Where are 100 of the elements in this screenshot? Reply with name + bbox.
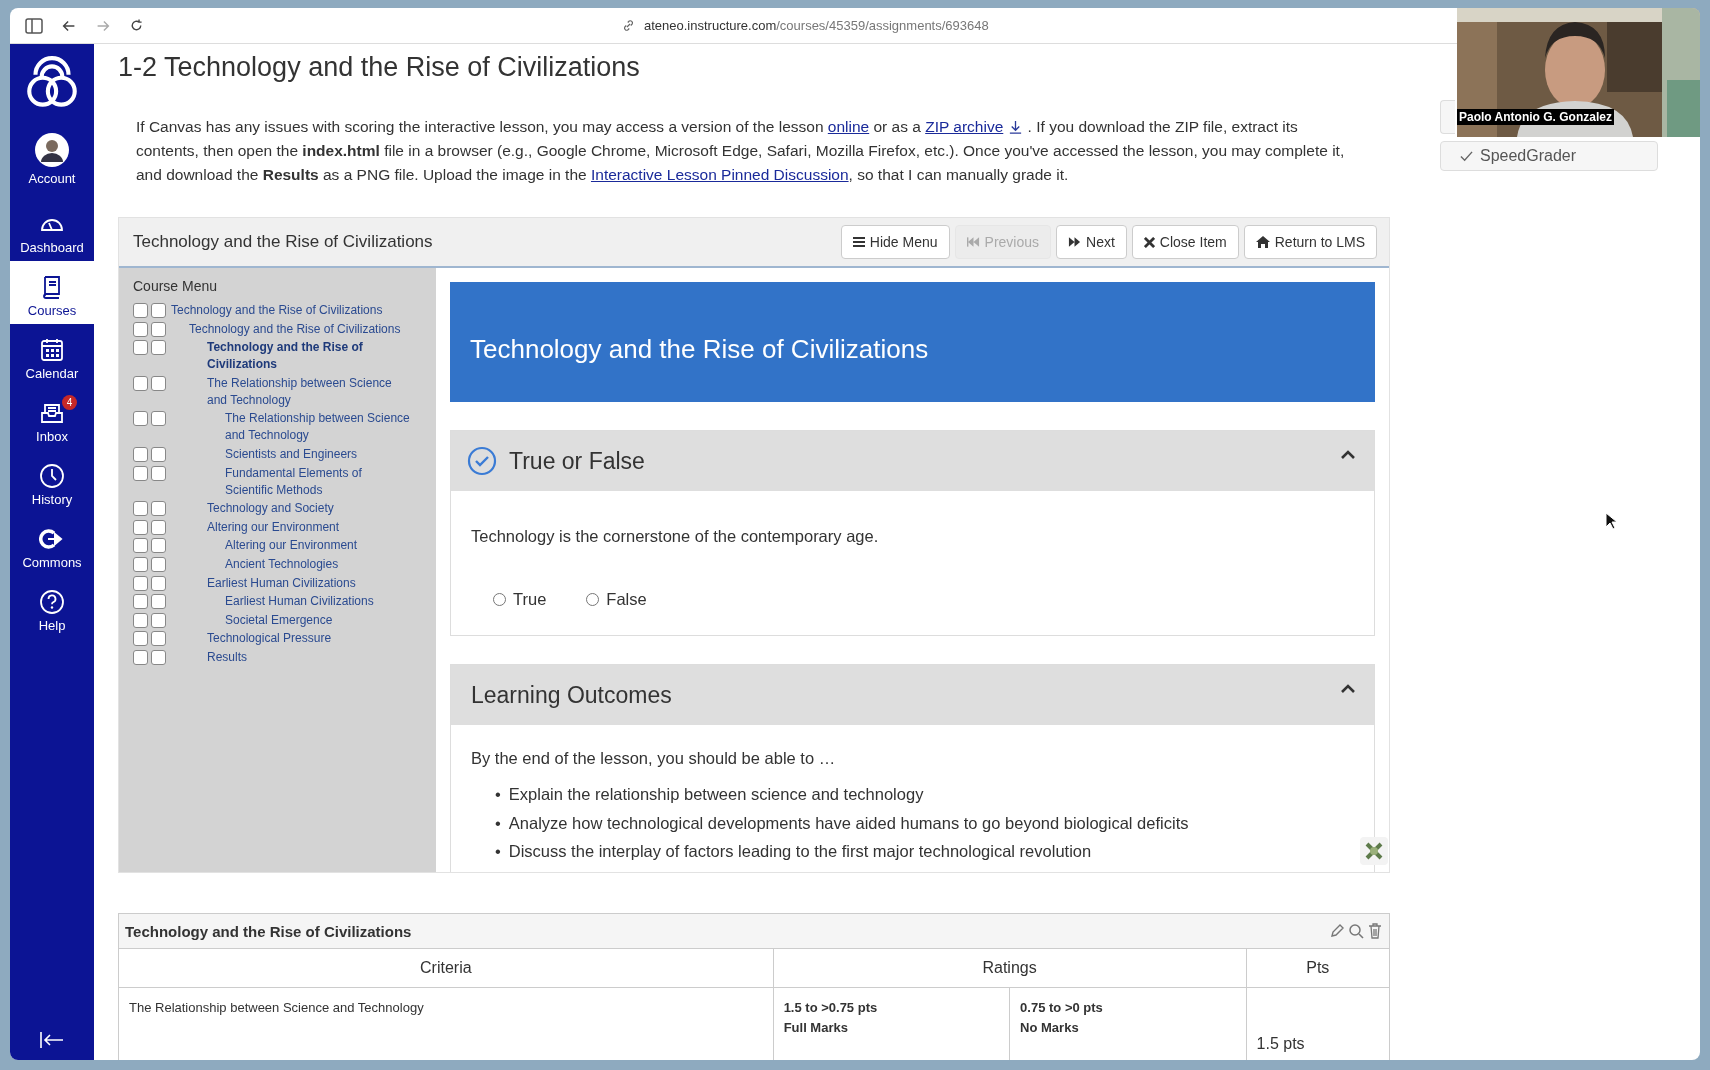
chevron-icon[interactable] bbox=[1340, 449, 1356, 459]
intro-text: If Canvas has any issues with scoring the interactive lesson, you may access a version of the lesson online or as a ZIP archive . If you download the ZIP file, extract its contents, then open the index.html file in a browser (e.g., Google Chrome, Microsoft Edge, Safari, Mozilla Firefox, etc.). Once you've accessed the lesson, you may complete it, and download the Results as a PNG file. Upload the image in the Interactive Lesson Pinned Discussion, so that I can manually grade it. bbox=[136, 117, 1346, 185]
column-header: Pts bbox=[1246, 949, 1389, 988]
points-cell: 1.5 pts bbox=[1246, 987, 1389, 1060]
cross-icon[interactable] bbox=[1359, 836, 1389, 866]
bullet: • bbox=[495, 841, 501, 862]
checkbox[interactable] bbox=[133, 612, 148, 628]
checkbox[interactable] bbox=[151, 446, 166, 462]
link[interactable]: ZIP archive bbox=[925, 118, 1004, 135]
checkbox[interactable] bbox=[151, 303, 166, 318]
checkbox[interactable] bbox=[133, 375, 148, 391]
checkbox[interactable] bbox=[151, 321, 166, 337]
checkbox[interactable] bbox=[133, 411, 148, 427]
sidebar-item[interactable]: Courses bbox=[10, 261, 94, 324]
speedgrader-button[interactable]: SpeedGrader bbox=[1440, 141, 1658, 171]
check-icon bbox=[1459, 149, 1474, 163]
link[interactable]: Interactive Lesson Pinned Discussion bbox=[590, 166, 849, 183]
link-icon bbox=[621, 18, 636, 33]
menu-item[interactable]: Technology and the Rise of Civilizations bbox=[171, 302, 412, 319]
menu-item[interactable]: Earliest Human Civilizations bbox=[207, 574, 412, 592]
menu-item[interactable]: Fundamental Elements of Scientific Methods bbox=[225, 464, 412, 499]
menu-item[interactable]: Technological Pressure bbox=[207, 630, 412, 648]
checkbox[interactable] bbox=[151, 556, 166, 572]
checkbox[interactable] bbox=[151, 340, 166, 356]
close-icon bbox=[1143, 236, 1155, 248]
checkbox[interactable] bbox=[133, 446, 148, 462]
checkbox[interactable] bbox=[133, 649, 148, 665]
panel-title: Learning Outcomes bbox=[471, 681, 673, 709]
menu-item[interactable]: Scientists and Engineers bbox=[225, 445, 412, 463]
sidebar-item[interactable]: Account bbox=[10, 128, 94, 198]
checkbox[interactable] bbox=[133, 538, 148, 554]
trash-icon[interactable] bbox=[1367, 923, 1383, 939]
pencil-icon[interactable] bbox=[1329, 923, 1345, 939]
radio-option[interactable]: False bbox=[586, 590, 647, 609]
menu-item[interactable]: Earliest Human Civilizations bbox=[225, 593, 412, 611]
menu-item[interactable]: Technology and the Rise of Civilizations bbox=[189, 320, 412, 338]
checkbox[interactable] bbox=[133, 575, 148, 591]
sidebar-item[interactable]: 4 Inbox bbox=[10, 387, 94, 450]
lesson-button[interactable]: Close Item bbox=[1131, 225, 1239, 259]
download-icon[interactable] bbox=[1008, 119, 1024, 134]
link[interactable]: online bbox=[827, 118, 870, 135]
avatar-icon bbox=[34, 132, 70, 168]
checkbox[interactable] bbox=[151, 519, 166, 535]
search-icon[interactable] bbox=[1348, 923, 1364, 939]
chevron-icon[interactable] bbox=[1340, 683, 1356, 693]
menu-item[interactable]: The Relationship between Science and Technology bbox=[207, 374, 412, 409]
checkbox[interactable] bbox=[151, 612, 166, 628]
checkbox[interactable] bbox=[133, 465, 148, 481]
menu-icon bbox=[852, 236, 865, 248]
lesson-button[interactable]: Hide Menu bbox=[840, 225, 950, 259]
menu-item[interactable]: Societal Emergence bbox=[225, 611, 412, 629]
rubric-title: Technology and the Rise of Civilizations bbox=[125, 922, 413, 940]
sidebar-item[interactable]: Calendar bbox=[10, 324, 94, 387]
lesson-button[interactable]: Return to LMS bbox=[1243, 225, 1377, 259]
checkbox[interactable] bbox=[133, 303, 148, 318]
url-text[interactable]: ateneo.instructure.com/courses/45359/assignments/693648 bbox=[644, 18, 989, 33]
checkbox[interactable] bbox=[133, 519, 148, 535]
sidebar-toggle-icon[interactable] bbox=[24, 15, 44, 36]
checkbox[interactable] bbox=[151, 501, 166, 517]
sidebar-item[interactable]: Help bbox=[10, 576, 94, 639]
checkbox[interactable] bbox=[151, 649, 166, 665]
rating-range: 1.5 to >0.75 pts bbox=[783, 999, 879, 1017]
clock-icon bbox=[39, 463, 65, 489]
sidebar-item[interactable]: History bbox=[10, 450, 94, 513]
radio-option[interactable]: True bbox=[493, 590, 547, 609]
checkbox[interactable] bbox=[133, 556, 148, 572]
checkbox[interactable] bbox=[151, 575, 166, 591]
menu-item[interactable]: Altering our Environment bbox=[225, 537, 412, 555]
checkbox[interactable] bbox=[151, 411, 166, 427]
sidebar-item[interactable]: Commons bbox=[10, 513, 94, 576]
lesson-button[interactable]: Next bbox=[1056, 225, 1127, 259]
rating-label: Full Marks bbox=[783, 1019, 849, 1037]
checkbox[interactable] bbox=[151, 631, 166, 647]
menu-item[interactable]: Technology and the Rise of Civilizations bbox=[207, 339, 412, 374]
checkbox[interactable] bbox=[133, 340, 148, 356]
checkbox[interactable] bbox=[133, 631, 148, 647]
column-header: Ratings bbox=[773, 949, 1247, 988]
menu-item[interactable]: Altering our Environment bbox=[207, 518, 412, 536]
radio-button[interactable] bbox=[586, 593, 600, 606]
menu-heading: Course Menu bbox=[133, 278, 219, 294]
outcome-item: Discuss the interplay of factors leading to the first major technological revolution bbox=[508, 841, 1092, 862]
menu-item[interactable]: Technology and Society bbox=[207, 500, 412, 518]
bullet: • bbox=[495, 784, 501, 805]
checkbox[interactable] bbox=[151, 538, 166, 554]
lesson-title: Technology and the Rise of Civilizations bbox=[133, 232, 434, 252]
menu-item[interactable]: Results bbox=[207, 648, 412, 666]
bullet: • bbox=[495, 812, 501, 834]
outcome-item: Analyze how technological developments have aided humans to go beyond biological deficits bbox=[508, 812, 1189, 834]
checkbox[interactable] bbox=[151, 375, 166, 391]
radio-button[interactable] bbox=[493, 593, 506, 606]
collapse-icon[interactable] bbox=[39, 1030, 65, 1050]
checkbox[interactable] bbox=[151, 465, 166, 481]
checkbox[interactable] bbox=[133, 501, 148, 517]
checkbox[interactable] bbox=[151, 594, 166, 610]
menu-item[interactable]: The Relationship between Science and Technology bbox=[225, 410, 412, 445]
panel-title: True or False bbox=[509, 447, 646, 475]
checkbox[interactable] bbox=[133, 594, 148, 610]
checkbox[interactable] bbox=[133, 321, 148, 337]
menu-item[interactable]: Ancient Technologies bbox=[225, 555, 412, 573]
sidebar-item[interactable]: Dashboard bbox=[10, 198, 94, 261]
